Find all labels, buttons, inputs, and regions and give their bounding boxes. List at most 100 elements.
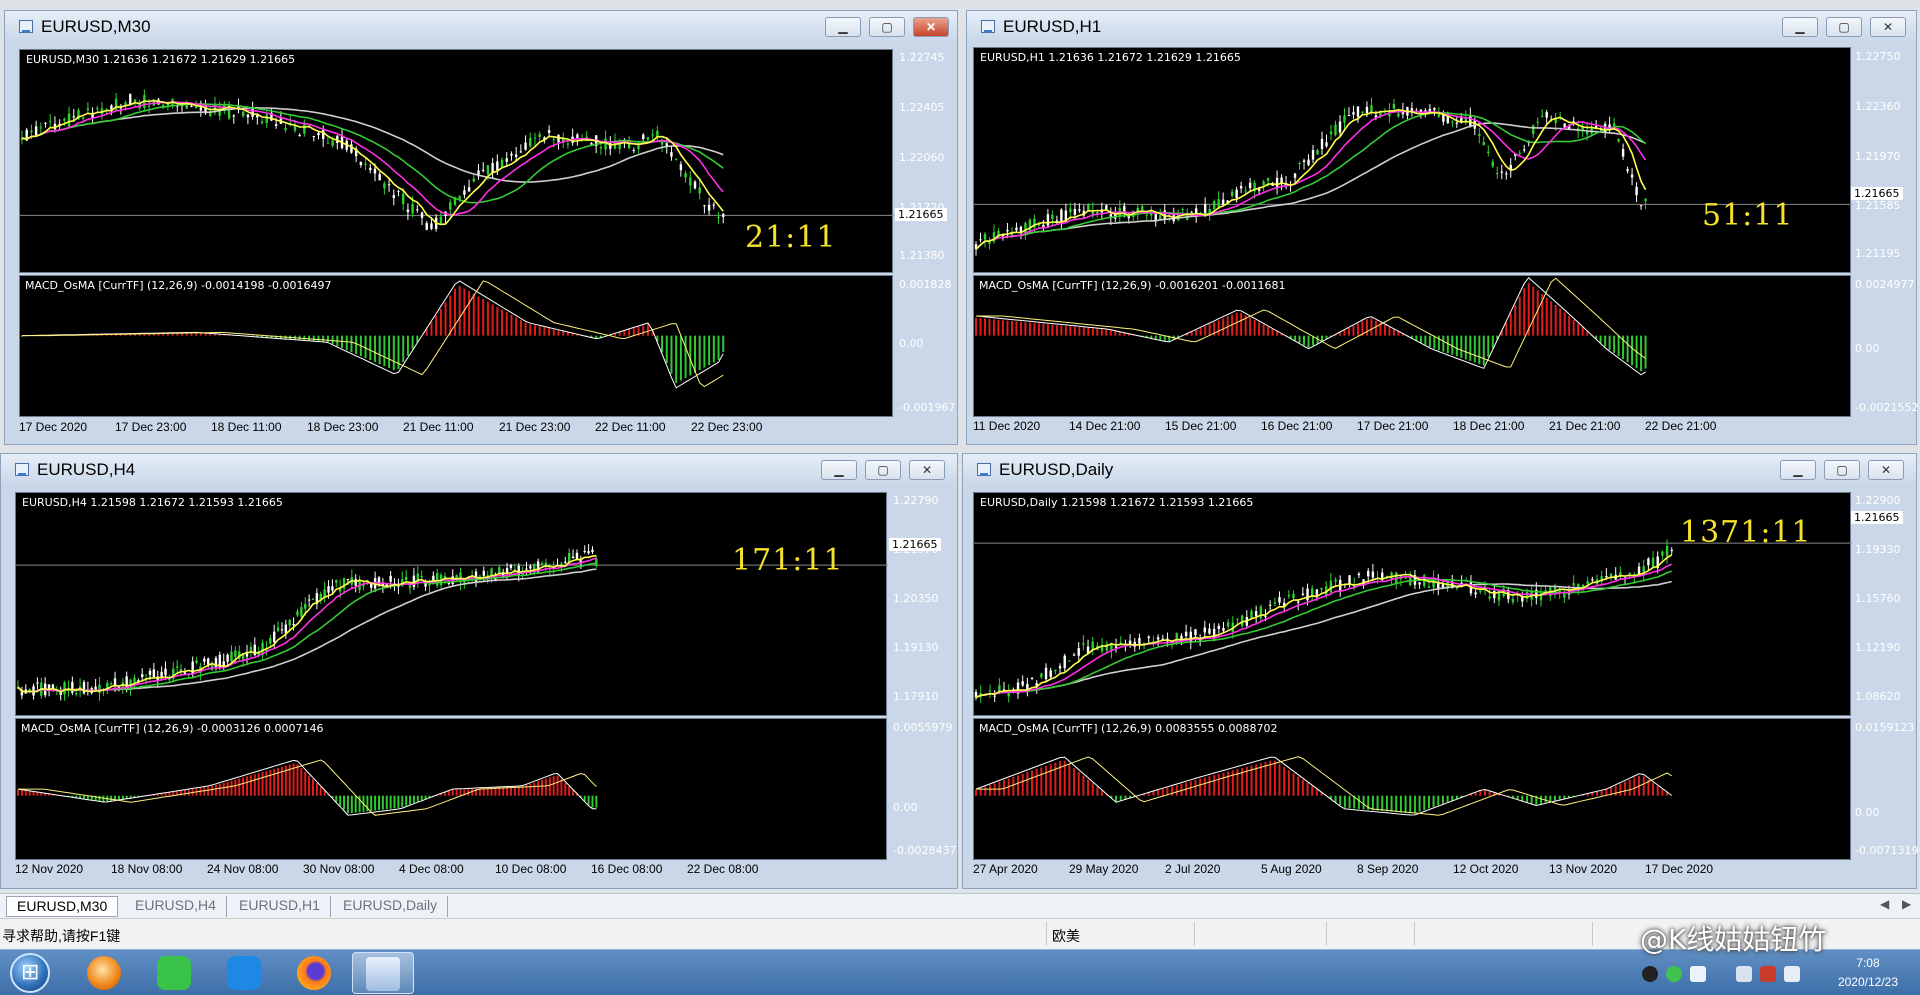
tray-shield-icon[interactable] — [1690, 966, 1706, 982]
close-button[interactable]: ✕ — [1870, 17, 1906, 37]
candle-body — [214, 657, 218, 669]
start-button[interactable] — [10, 953, 50, 993]
macd-histogram-bar — [513, 787, 516, 796]
tab-scroll-left-icon[interactable]: ◀ — [1880, 897, 1889, 911]
taskbar-app-firefox[interactable] — [284, 952, 346, 994]
candle-body — [1334, 124, 1337, 136]
taskbar-app-360-browser[interactable] — [74, 952, 136, 994]
candle-body — [1015, 227, 1018, 231]
candle-body — [350, 144, 353, 153]
candle-body — [1474, 592, 1477, 595]
price-pane[interactable]: EURUSD,M30 1.21636 1.21672 1.21629 1.216… — [19, 49, 894, 273]
macd-histogram-bar — [1119, 795, 1122, 801]
taskbar-app-wechat[interactable] — [144, 952, 206, 994]
chart-window-daily[interactable]: EURUSD,Daily ▁ ▢ ✕ EURUSD,Daily 1.21598 … — [962, 453, 1918, 889]
macd-histogram-bar — [1049, 764, 1052, 796]
taskbar-app-note[interactable] — [214, 952, 276, 994]
price-pane[interactable]: EURUSD,H4 1.21598 1.21672 1.21593 1.2166… — [15, 492, 888, 716]
macd-histogram-bar — [1199, 327, 1202, 336]
macd-histogram-bar — [1473, 335, 1476, 363]
tab-eurusd-m30[interactable]: EURUSD,M30 — [6, 896, 119, 917]
date-tick: 18 Dec 23:00 — [307, 420, 379, 434]
macd-histogram-bar — [1390, 795, 1393, 812]
taskbar-clock[interactable]: 7:08 2020/12/23 — [1838, 954, 1898, 992]
macd-histogram-bar — [385, 795, 388, 810]
window-titlebar[interactable]: EURUSD,M30 ▁ ▢ ✕ — [5, 11, 957, 41]
tab-eurusd-h1[interactable]: EURUSD,H1 — [229, 896, 331, 917]
window-titlebar[interactable]: EURUSD,H4 ▁ ▢ ✕ — [1, 454, 957, 484]
maximize-button[interactable]: ▢ — [865, 460, 901, 480]
macd-histogram-bar — [1297, 776, 1300, 796]
macd-histogram-bar — [1644, 335, 1647, 369]
candle-body — [1030, 678, 1034, 680]
macd-histogram-bar — [1661, 789, 1664, 796]
macd-histogram-bar — [1478, 335, 1481, 364]
window-titlebar[interactable]: EURUSD,H1 ▁ ▢ ✕ — [967, 11, 1916, 41]
minimize-button[interactable]: ▁ — [1782, 17, 1818, 37]
close-button[interactable]: ✕ — [909, 460, 945, 480]
macd-pane[interactable]: MACD_OsMA [CurrTF] (12,26,9) -0.0014198 … — [19, 275, 893, 417]
maximize-button[interactable]: ▢ — [869, 17, 905, 37]
candle-body — [420, 576, 423, 578]
candle-body — [486, 165, 490, 175]
tray-qq-icon[interactable] — [1642, 966, 1658, 982]
macd-histogram-bar — [1024, 322, 1027, 336]
candle-body — [1320, 139, 1324, 150]
tab-eurusd-h4[interactable]: EURUSD,H4 — [125, 896, 227, 917]
macd-histogram-bar — [1180, 783, 1183, 796]
macd-histogram-bar — [1051, 324, 1054, 336]
candle-body — [331, 586, 334, 591]
minimize-button[interactable]: ▁ — [821, 460, 857, 480]
tray-flag-icon[interactable] — [1736, 966, 1752, 982]
close-button[interactable]: ✕ — [913, 17, 949, 37]
maximize-button[interactable]: ▢ — [1826, 17, 1862, 37]
window-title: EURUSD,Daily — [999, 460, 1114, 479]
tray-network-icon[interactable] — [1760, 966, 1776, 982]
minimize-button[interactable]: ▁ — [825, 17, 861, 37]
price-pane[interactable]: EURUSD,Daily 1.21598 1.21672 1.21593 1.2… — [973, 492, 1852, 716]
chart-window-m30[interactable]: EURUSD,M30 ▁ ▢ ✕ EURUSD,M30 1.21636 1.21… — [4, 10, 958, 445]
candle-body — [232, 115, 235, 117]
chart-window-h4[interactable]: EURUSD,H4 ▁ ▢ ✕ EURUSD,H4 1.21598 1.2167… — [0, 453, 958, 889]
macd-histogram-bar — [717, 335, 720, 360]
close-button[interactable]: ✕ — [1868, 460, 1904, 480]
macd-pane[interactable]: MACD_OsMA [CurrTF] (12,26,9) -0.0016201 … — [973, 275, 1851, 417]
price-pane-header: EURUSD,M30 1.21636 1.21672 1.21629 1.216… — [26, 53, 296, 66]
price-tick: 1.21380 — [899, 249, 945, 262]
tab-scroll-right-icon[interactable]: ▶ — [1902, 897, 1911, 911]
macd-histogram-bar — [1509, 313, 1512, 336]
candle-body — [632, 149, 636, 151]
macd-histogram-bar — [1521, 795, 1524, 801]
date-tick: 21 Dec 23:00 — [499, 420, 571, 434]
macd-histogram-bar — [1152, 791, 1155, 796]
taskbar-app-metatrader[interactable] — [352, 952, 414, 994]
candle-body — [226, 654, 229, 662]
macd-histogram-bar — [1433, 335, 1436, 349]
candle-body — [1054, 669, 1057, 672]
date-tick: 16 Dec 21:00 — [1261, 419, 1333, 433]
price-pane[interactable]: EURUSD,H1 1.21636 1.21672 1.21629 1.2166… — [973, 47, 1852, 273]
macd-histogram-bar — [472, 293, 475, 336]
date-tick: 12 Nov 2020 — [15, 862, 84, 876]
candle-body — [684, 173, 687, 178]
chart-window-h1[interactable]: EURUSD,H1 ▁ ▢ ✕ EURUSD,H1 1.21636 1.2167… — [966, 10, 1919, 445]
bar-countdown-timer: 171:11 — [732, 543, 844, 578]
macd-tick: -0.0021552 — [1855, 401, 1919, 414]
chart-window-icon — [977, 463, 991, 476]
minimize-button[interactable]: ▁ — [1780, 460, 1816, 480]
maximize-button[interactable]: ▢ — [1824, 460, 1860, 480]
macd-histogram-bar — [1423, 795, 1426, 810]
tray-wechat-icon[interactable] — [1666, 966, 1682, 982]
tab-eurusd-daily[interactable]: EURUSD,Daily — [333, 896, 449, 917]
window-titlebar[interactable]: EURUSD,Daily ▁ ▢ ✕ — [963, 454, 1916, 484]
macd-pane[interactable]: MACD_OsMA [CurrTF] (12,26,9) -0.0003126 … — [15, 718, 887, 860]
macd-histogram-bar — [1294, 335, 1297, 341]
tray-display-icon[interactable] — [1784, 966, 1800, 982]
macd-histogram-bar — [110, 795, 113, 801]
macd-pane[interactable]: MACD_OsMA [CurrTF] (12,26,9) 0.0083555 0… — [973, 718, 1851, 860]
macd-histogram-bar — [1554, 305, 1557, 336]
candle-body — [276, 627, 280, 631]
macd-histogram-bar — [1577, 323, 1580, 336]
macd-histogram-bar — [988, 318, 991, 336]
macd-histogram-bar — [1395, 795, 1398, 813]
